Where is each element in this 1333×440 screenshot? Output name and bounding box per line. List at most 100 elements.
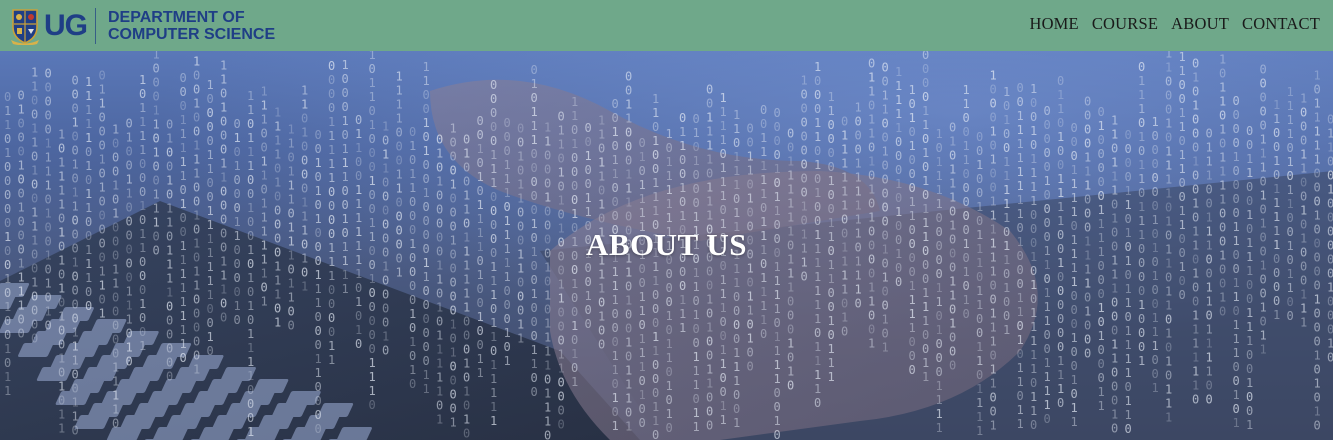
svg-text:1: 1 — [315, 212, 322, 226]
svg-text:0: 0 — [72, 382, 79, 396]
svg-text:0: 0 — [328, 73, 335, 87]
svg-text:0: 0 — [1098, 175, 1105, 189]
svg-text:0: 0 — [315, 310, 322, 324]
svg-text:0: 0 — [598, 296, 605, 310]
svg-text:1: 1 — [274, 175, 281, 189]
svg-text:0: 0 — [841, 115, 848, 129]
svg-text:1: 1 — [814, 130, 821, 144]
svg-text:1: 1 — [1165, 51, 1172, 60]
svg-text:1: 1 — [895, 79, 902, 93]
svg-text:0: 0 — [85, 145, 92, 159]
svg-text:0: 0 — [1044, 328, 1051, 342]
svg-text:0: 0 — [396, 210, 403, 224]
svg-text:0: 0 — [625, 307, 632, 321]
svg-text:0: 0 — [1152, 199, 1159, 213]
svg-text:0: 0 — [1314, 390, 1321, 404]
svg-text:0: 0 — [1111, 324, 1118, 338]
svg-text:0: 0 — [949, 330, 956, 344]
svg-text:1: 1 — [801, 200, 808, 214]
svg-text:0: 0 — [1138, 312, 1145, 326]
svg-text:1: 1 — [301, 84, 308, 98]
svg-text:1: 1 — [625, 265, 632, 279]
svg-text:0: 0 — [963, 181, 970, 195]
svg-text:0: 0 — [207, 302, 214, 316]
svg-text:0: 0 — [139, 269, 146, 283]
svg-text:0: 0 — [1246, 348, 1253, 362]
svg-text:0: 0 — [315, 170, 322, 184]
svg-text:1: 1 — [841, 129, 848, 143]
svg-text:1: 1 — [1152, 339, 1159, 353]
svg-text:1: 1 — [261, 85, 268, 99]
nav-about-link[interactable]: ABOUT — [1171, 14, 1229, 34]
svg-text:1: 1 — [895, 177, 902, 191]
svg-text:0: 0 — [45, 109, 52, 123]
svg-text:1: 1 — [571, 277, 578, 291]
svg-text:0: 0 — [868, 169, 875, 183]
svg-text:0: 0 — [328, 325, 335, 339]
svg-text:1: 1 — [1017, 165, 1024, 179]
svg-text:0: 0 — [612, 377, 619, 391]
dept-line-1: DEPARTMENT OF — [108, 8, 245, 26]
svg-text:1: 1 — [1192, 337, 1199, 351]
svg-text:1: 1 — [1192, 379, 1199, 393]
nav-home-link[interactable]: HOME — [1029, 14, 1078, 34]
svg-text:0: 0 — [801, 130, 808, 144]
svg-text:0: 0 — [652, 148, 659, 162]
svg-text:0: 0 — [450, 192, 457, 206]
svg-text:0: 0 — [1192, 113, 1199, 127]
svg-text:1: 1 — [1138, 74, 1145, 88]
svg-text:1: 1 — [58, 408, 65, 422]
svg-text:0: 0 — [1017, 319, 1024, 333]
svg-text:0: 0 — [868, 99, 875, 113]
svg-text:0: 0 — [882, 327, 889, 341]
svg-text:1: 1 — [112, 276, 119, 290]
svg-text:1: 1 — [544, 345, 551, 359]
svg-text:0: 0 — [774, 148, 781, 162]
svg-text:1: 1 — [369, 370, 376, 384]
nav-contact-link[interactable]: CONTACT — [1242, 14, 1320, 34]
svg-text:0: 0 — [1152, 297, 1159, 311]
svg-text:0: 0 — [652, 316, 659, 330]
svg-text:1: 1 — [247, 355, 254, 369]
svg-text:0: 0 — [531, 63, 538, 77]
svg-text:1: 1 — [1098, 119, 1105, 133]
svg-text:0: 0 — [1273, 140, 1280, 154]
svg-text:1: 1 — [652, 204, 659, 218]
svg-text:1: 1 — [1287, 197, 1294, 211]
svg-text:0: 0 — [1327, 210, 1333, 224]
svg-text:0: 0 — [99, 138, 106, 152]
svg-text:1: 1 — [706, 152, 713, 166]
svg-text:1: 1 — [396, 182, 403, 196]
svg-text:0: 0 — [490, 204, 497, 218]
svg-text:0: 0 — [679, 153, 686, 167]
svg-text:1: 1 — [504, 186, 511, 200]
svg-text:1: 1 — [1192, 323, 1199, 337]
svg-text:1: 1 — [193, 55, 200, 69]
svg-text:1: 1 — [990, 265, 997, 279]
svg-text:1: 1 — [369, 384, 376, 398]
svg-text:0: 0 — [760, 117, 767, 131]
svg-text:0: 0 — [544, 177, 551, 191]
svg-text:0: 0 — [409, 125, 416, 139]
svg-text:1: 1 — [1138, 102, 1145, 116]
nav-course-link[interactable]: COURSE — [1092, 14, 1158, 34]
brand[interactable]: UG DEPARTMENT OF COMPUTER SCIENCE — [0, 0, 275, 51]
svg-text:1: 1 — [990, 377, 997, 391]
svg-text:0: 0 — [787, 294, 794, 308]
svg-text:1: 1 — [841, 157, 848, 171]
svg-text:1: 1 — [1125, 408, 1132, 422]
svg-text:1: 1 — [193, 139, 200, 153]
svg-text:0: 0 — [490, 120, 497, 134]
svg-text:1: 1 — [1017, 109, 1024, 123]
svg-text:1: 1 — [774, 190, 781, 204]
svg-text:0: 0 — [922, 51, 929, 62]
svg-text:0: 0 — [423, 200, 430, 214]
svg-text:0: 0 — [382, 316, 389, 330]
svg-text:0: 0 — [166, 370, 173, 384]
svg-text:1: 1 — [990, 419, 997, 433]
svg-text:1: 1 — [625, 97, 632, 111]
svg-text:0: 0 — [328, 185, 335, 199]
svg-text:0: 0 — [963, 279, 970, 293]
svg-text:0: 0 — [936, 267, 943, 281]
svg-text:1: 1 — [247, 299, 254, 313]
